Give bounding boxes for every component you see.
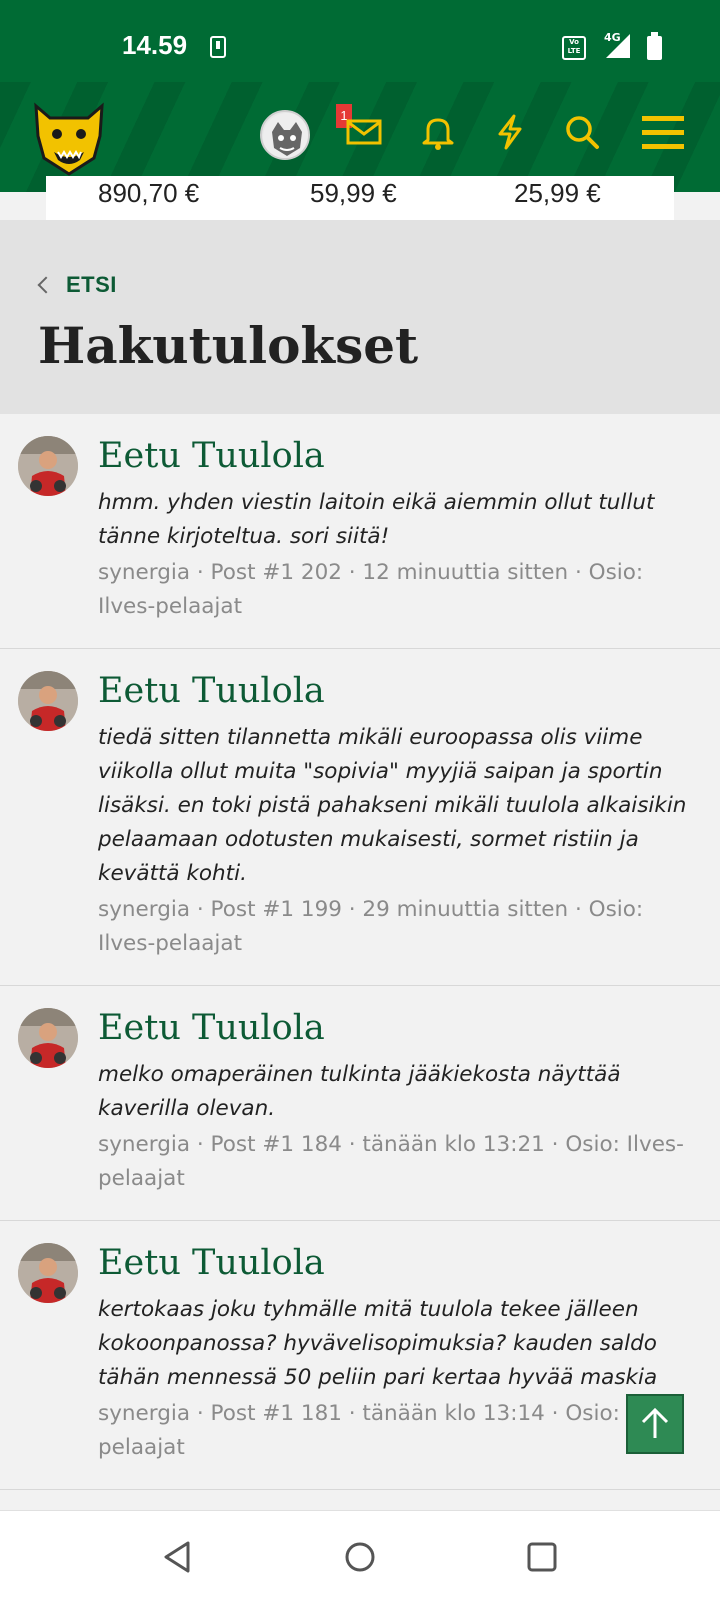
download-icon [210, 36, 226, 58]
result-title[interactable]: Eetu Tuulola [98, 432, 696, 480]
result-snippet: hmm. yhden viestin laitoin eikä aiemmin … [98, 490, 655, 549]
bolt-icon[interactable] [490, 112, 530, 152]
home-nav-icon[interactable] [342, 1539, 378, 1575]
search-result[interactable]: Eetu Tuulola tiedä sitten tilannetta mik… [0, 649, 720, 986]
arrow-up-icon [641, 1407, 669, 1438]
recents-nav-icon[interactable] [524, 1539, 560, 1575]
page-title: Hakutulokset [38, 316, 419, 375]
ad-price: 890,70 € [98, 178, 200, 208]
result-avatar[interactable] [18, 1243, 78, 1303]
result-meta: synergia · Post #1 184 · tänään klo 13:2… [98, 1132, 684, 1191]
user-avatar[interactable] [260, 110, 310, 160]
result-avatar[interactable] [18, 671, 78, 731]
player-avatar-icon [18, 1243, 78, 1303]
search-icon[interactable] [562, 112, 602, 152]
search-result[interactable]: Eetu Tuulola kertokaas joku tyhmälle mit… [0, 1221, 720, 1490]
player-avatar-icon [18, 436, 78, 496]
result-avatar[interactable] [18, 436, 78, 496]
page-heading-area: ETSI Hakutulokset [0, 220, 720, 414]
result-meta: synergia · Post #1 202 · 12 minuuttia si… [98, 560, 644, 619]
volte-icon: Vo LTE [562, 36, 586, 60]
search-result[interactable]: Eetu Tuulola melko omaperäinen tulkinta … [0, 986, 720, 1221]
back-link-label: ETSI [66, 272, 117, 297]
result-meta: synergia · Post #1 181 · tänään klo 13:1… [98, 1401, 684, 1460]
result-title[interactable]: Eetu Tuulola [98, 1004, 696, 1052]
player-avatar-icon [18, 671, 78, 731]
ad-price-strip[interactable]: 890,70 € 59,99 € 25,99 € [46, 176, 674, 220]
back-link[interactable]: ETSI [36, 272, 117, 298]
search-result[interactable]: Eetu Tuulola hmm. yhden viestin laitoin … [0, 414, 720, 649]
result-snippet: tiedä sitten tilannetta mikäli euroopass… [98, 725, 687, 886]
ilves-logo[interactable] [28, 96, 110, 178]
result-avatar[interactable] [18, 1008, 78, 1068]
lynx-avatar-icon [263, 113, 308, 158]
result-title[interactable]: Eetu Tuulola [98, 667, 696, 715]
status-time: 14.59 [122, 30, 188, 60]
bell-icon[interactable] [418, 112, 458, 152]
chevron-left-icon [37, 276, 55, 294]
player-avatar-icon [18, 1008, 78, 1068]
result-title[interactable]: Eetu Tuulola [98, 1239, 696, 1287]
battery-icon [647, 32, 662, 60]
system-navigation-bar [0, 1510, 720, 1600]
ad-price: 59,99 € [310, 178, 397, 208]
ad-price: 25,99 € [514, 178, 601, 208]
menu-icon[interactable] [640, 110, 686, 156]
search-results-list: Eetu Tuulola hmm. yhden viestin laitoin … [0, 414, 720, 1490]
back-nav-icon[interactable] [160, 1539, 196, 1575]
top-bar: 14.59 Vo LTE 4G 1 [0, 0, 720, 192]
status-bar: 14.59 Vo LTE 4G [0, 0, 720, 82]
scroll-to-top-button[interactable] [626, 1394, 684, 1454]
result-snippet: kertokaas joku tyhmälle mitä tuulola tek… [98, 1297, 658, 1390]
network-type: 4G [604, 31, 621, 44]
result-meta: synergia · Post #1 199 · 29 minuuttia si… [98, 897, 644, 956]
result-snippet: melko omaperäinen tulkinta jääkiekosta n… [98, 1062, 621, 1121]
mail-icon[interactable] [344, 112, 384, 152]
